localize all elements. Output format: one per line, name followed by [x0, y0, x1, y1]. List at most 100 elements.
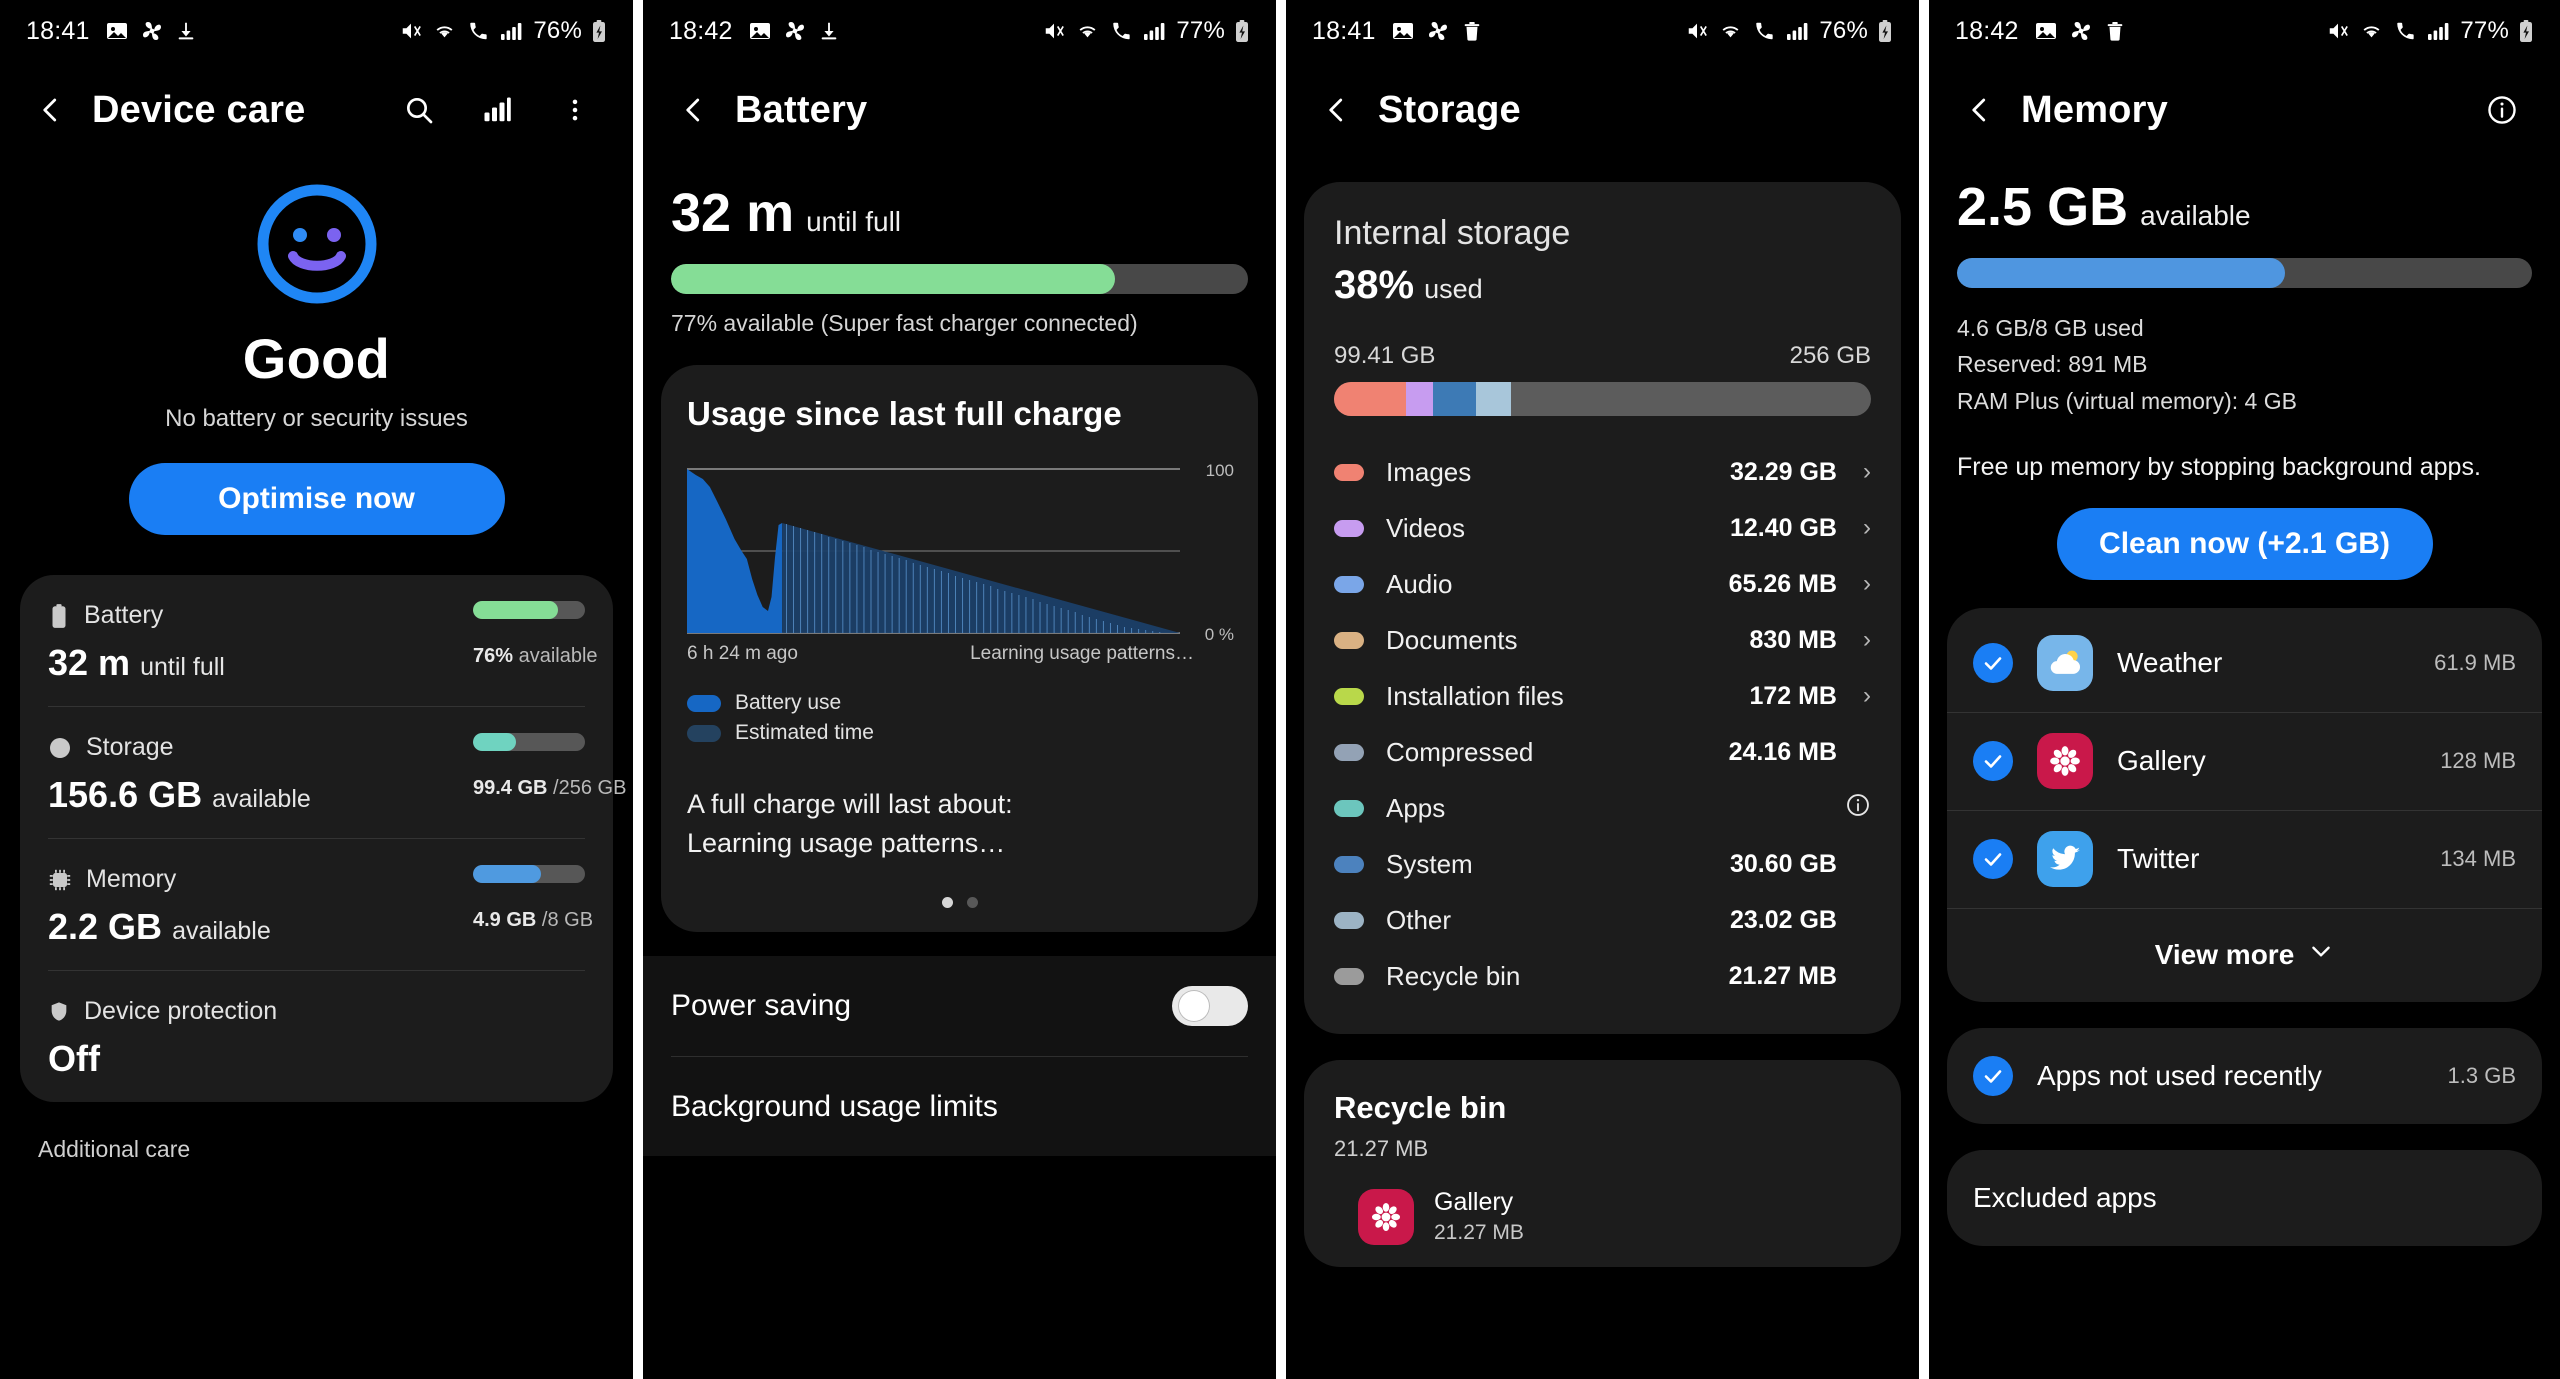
back-button[interactable] — [24, 83, 78, 137]
info-icon[interactable] — [1837, 792, 1871, 825]
storage-item-videos[interactable]: Videos 12.40 GB › — [1334, 500, 1871, 556]
power-saving-label: Power saving — [671, 989, 852, 1023]
color-dot — [1334, 743, 1364, 761]
recycle-bin-title: Recycle bin — [1334, 1090, 1507, 1125]
battery-caption: 77% available (Super fast charger connec… — [671, 310, 1138, 336]
storage-item-value: 172 MB — [1749, 681, 1837, 710]
recycle-app-size: 21.27 MB — [1434, 1221, 1524, 1244]
signal-icon — [500, 21, 524, 41]
checkbox-checked-icon[interactable] — [1973, 1055, 2013, 1096]
legend-swatch-battery-use — [687, 694, 721, 712]
apps-not-used-card[interactable]: Apps not used recently 1.3 GB — [1947, 1027, 2543, 1124]
row-value: 156.6 GB — [48, 774, 203, 815]
row-label: Memory — [86, 865, 177, 893]
power-saving-row[interactable]: Power saving — [671, 956, 1248, 1056]
chart-foot-right: Learning usage patterns… — [970, 643, 1194, 664]
storage-item-label: Apps — [1386, 792, 1446, 823]
storage-item-other[interactable]: Other 23.02 GB — [1334, 892, 1871, 948]
storage-item-apps[interactable]: Apps — [1334, 780, 1871, 836]
carousel-dot-1[interactable] — [941, 897, 953, 909]
app-bar: Device care — [0, 62, 633, 158]
storage-item-value: 830 MB — [1749, 625, 1837, 654]
storage-item-audio[interactable]: Audio 65.26 MB › — [1334, 556, 1871, 612]
back-button[interactable] — [1310, 83, 1364, 137]
memory-app-row-twitter[interactable]: Twitter 134 MB — [1947, 810, 2542, 908]
download-icon — [818, 20, 840, 42]
panel-device-care: 18:41 76% Device care Good No battery or… — [0, 0, 633, 1379]
memory-app-row-gallery[interactable]: Gallery 128 MB — [1947, 712, 2542, 810]
additional-care-heading: Additional care — [38, 1136, 191, 1162]
storage-item-images[interactable]: Images 32.29 GB › — [1334, 444, 1871, 500]
storage-item-compressed[interactable]: Compressed 24.16 MB — [1334, 724, 1871, 780]
background-usage-limits-label: Background usage limits — [671, 1089, 998, 1123]
excluded-apps-label: Excluded apps — [1973, 1181, 2157, 1213]
info-icon[interactable] — [2478, 86, 2526, 134]
memory-headline: 2.5 GB available — [1929, 158, 2560, 238]
carousel-dot-2[interactable] — [966, 897, 978, 909]
memory-app-name: Weather — [2117, 646, 2223, 678]
battery-mini-bar — [473, 601, 585, 619]
background-usage-limits-row[interactable]: Background usage limits — [671, 1056, 1248, 1156]
mute-icon — [1042, 20, 1066, 42]
row-unit: until full — [140, 653, 225, 681]
wifi-icon — [2359, 20, 2384, 42]
search-icon[interactable] — [395, 86, 443, 134]
battery-charging-icon — [1877, 19, 1893, 43]
page-title: Battery — [735, 88, 868, 131]
weather-app-icon — [2037, 634, 2093, 691]
view-more-button[interactable]: View more — [1947, 908, 2542, 1002]
wifi-icon — [432, 20, 457, 42]
row-sub-bold: 99.4 GB — [473, 777, 548, 799]
call-icon — [466, 20, 491, 42]
summary-row-device-protection[interactable]: Device protection Off — [48, 970, 585, 1102]
excluded-apps-card[interactable]: Excluded apps — [1947, 1149, 2543, 1246]
carousel-dots[interactable] — [687, 897, 1232, 909]
memory-detail-lines: 4.6 GB/8 GB used Reserved: 891 MB RAM Pl… — [1957, 310, 2532, 419]
storage-item-system[interactable]: System 30.60 GB — [1334, 836, 1871, 892]
back-button[interactable] — [667, 83, 721, 137]
signal-icon — [1143, 21, 1167, 41]
apps-not-used-row[interactable]: Apps not used recently 1.3 GB — [1947, 1028, 2542, 1124]
storage-item-label: Installation files — [1386, 680, 1564, 711]
storage-item-installation-files[interactable]: Installation files 172 MB › — [1334, 668, 1871, 724]
chart-legend: Battery use Estimated time — [687, 691, 1232, 745]
storage-item-value: 32.29 GB — [1729, 457, 1837, 486]
memory-app-size: 61.9 MB — [2434, 649, 2517, 675]
chevron-right-icon[interactable]: › — [1837, 458, 1871, 486]
storage-item-recycle-bin[interactable]: Recycle bin 21.27 MB — [1334, 948, 1871, 1004]
panel-memory: 18:42 77% Memory 2.5 GB available 4.6 GB… — [1929, 0, 2560, 1379]
app-bar: Memory — [1929, 62, 2560, 158]
chevron-right-icon[interactable]: › — [1837, 682, 1871, 710]
summary-row-battery[interactable]: Battery 32 m until full 76% available — [48, 575, 598, 706]
storage-item-value: 23.02 GB — [1729, 905, 1837, 934]
more-icon[interactable] — [551, 86, 599, 134]
checkbox-checked-icon[interactable] — [1973, 838, 2013, 879]
summary-row-memory[interactable]: Memory 2.2 GB available 4.9 GB /8 GB — [48, 838, 593, 970]
memory-ramplus-line: RAM Plus (virtual memory): 4 GB — [1957, 387, 2297, 414]
chevron-right-icon[interactable]: › — [1837, 570, 1871, 598]
full-charge-value: Learning usage patterns… — [687, 828, 1006, 859]
power-saving-toggle[interactable] — [1172, 986, 1248, 1027]
color-dot — [1334, 575, 1364, 593]
apps-not-used-label: Apps not used recently — [2037, 1059, 2322, 1091]
panel-divider — [1276, 0, 1286, 1379]
chevron-right-icon[interactable]: › — [1837, 514, 1871, 542]
battery-charging-icon — [2518, 19, 2534, 43]
back-button[interactable] — [1953, 83, 2007, 137]
chevron-right-icon[interactable]: › — [1837, 626, 1871, 654]
stats-icon[interactable] — [473, 86, 521, 134]
summary-row-storage[interactable]: Storage 156.6 GB available 99.4 GB /256 … — [48, 706, 626, 838]
recycle-bin-app-row[interactable]: Gallery 21.27 MB — [1334, 1188, 1871, 1245]
checkbox-checked-icon[interactable] — [1973, 740, 2013, 781]
row-sub-bold: 76% — [473, 645, 514, 667]
panel-divider — [1919, 0, 1929, 1379]
fan-icon — [783, 19, 807, 43]
optimise-now-button[interactable]: Optimise now — [128, 463, 505, 535]
clean-now-button[interactable]: Clean now (+2.1 GB) — [2056, 507, 2433, 580]
mute-icon — [399, 20, 423, 42]
storage-used-bytes: 99.41 GB — [1334, 342, 1436, 369]
memory-app-row-weather[interactable]: Weather 61.9 MB — [1947, 614, 2542, 712]
storage-item-documents[interactable]: Documents 830 MB › — [1334, 612, 1871, 668]
checkbox-checked-icon[interactable] — [1973, 642, 2013, 683]
battery-charging-icon — [1234, 19, 1250, 43]
